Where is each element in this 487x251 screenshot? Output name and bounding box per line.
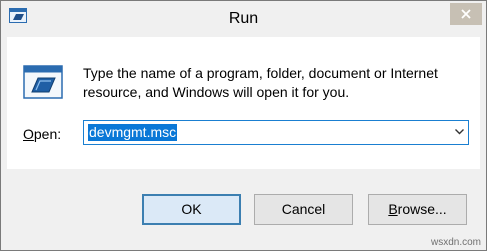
browse-label-rest: rowse... [397,201,447,217]
close-button[interactable] [450,3,482,25]
close-icon [461,9,471,19]
run-icon [23,65,63,99]
browse-button[interactable]: Browse... [368,194,467,225]
run-dialog: Run Type the name of a program, folder, … [0,0,487,251]
open-label: Open: [23,126,61,142]
description-text: Type the name of a program, folder, docu… [83,65,438,100]
open-input[interactable]: devmgmt.msc [88,124,178,141]
open-label-accel: O [23,126,34,142]
window-title: Run [228,10,259,27]
chevron-down-icon[interactable] [455,129,464,135]
open-combobox[interactable]: devmgmt.msc [83,120,469,145]
title-bar[interactable]: Run [1,1,486,37]
cancel-button[interactable]: Cancel [254,194,353,225]
open-label-rest: pen: [33,126,62,142]
ok-button[interactable]: OK [142,194,241,225]
content-panel: Type the name of a program, folder, docu… [7,37,480,169]
browse-accel: B [388,201,398,217]
watermark: wsxdn.com [430,237,481,248]
